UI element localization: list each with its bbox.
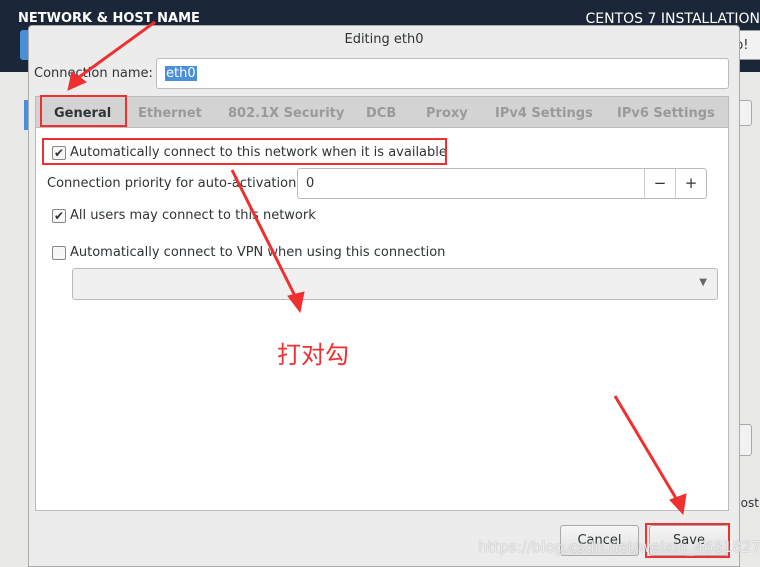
annotation-note: 打对勾 (277, 341, 349, 369)
annotation-arrows (67, 20, 687, 516)
arrow-head-icon (669, 493, 687, 516)
watermark: https://blog.csdn.net/weixin_46818279 (478, 538, 760, 556)
arrow-to-general (74, 20, 156, 82)
arrow-head-icon (287, 291, 305, 314)
arrow-to-checkbox (230, 169, 298, 299)
arrow-to-save (613, 395, 679, 501)
